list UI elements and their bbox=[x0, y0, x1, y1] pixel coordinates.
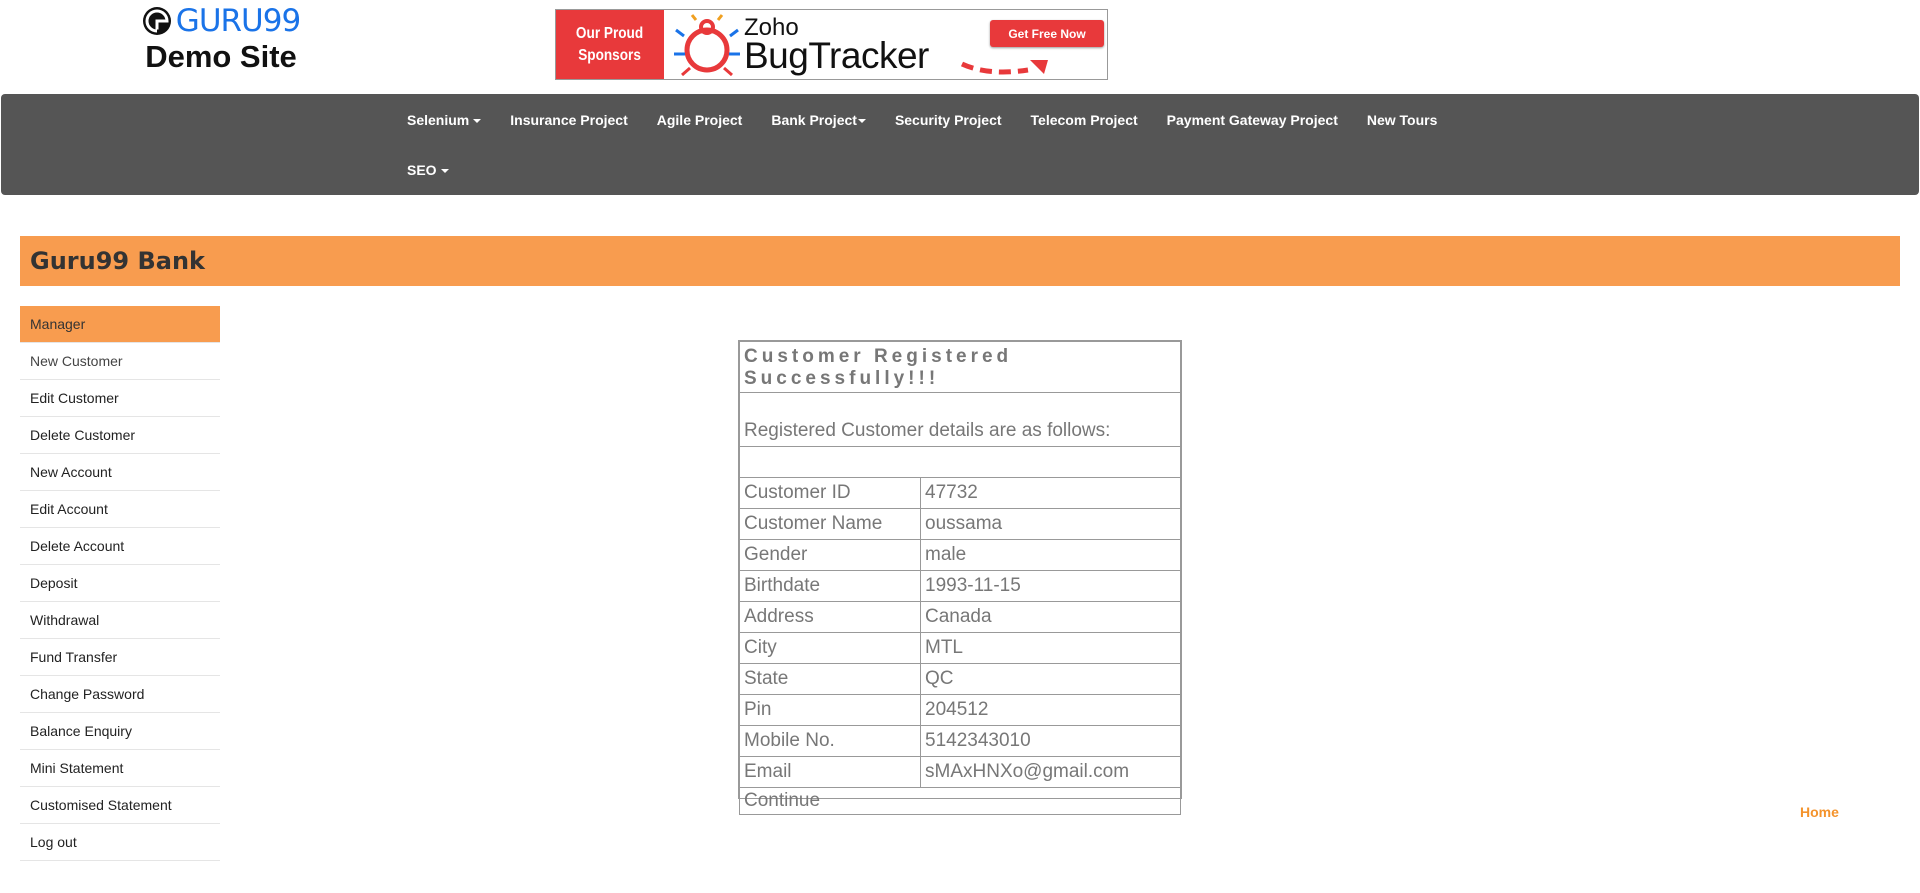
sponsor-label: Our Proud Sponsors bbox=[556, 10, 664, 79]
sidebar-item-customised-statement[interactable]: Customised Statement bbox=[20, 787, 220, 824]
address-value: Canada bbox=[920, 601, 1181, 633]
continue-link[interactable]: Continue bbox=[739, 787, 1181, 815]
state-value: QC bbox=[920, 663, 1181, 695]
home-link[interactable]: Home bbox=[1800, 804, 1839, 820]
birthdate-value: 1993-11-15 bbox=[920, 570, 1181, 602]
city-value: MTL bbox=[920, 632, 1181, 664]
sidebar-item-log-out[interactable]: Log out bbox=[20, 824, 220, 861]
chevron-down-icon bbox=[473, 119, 482, 124]
sponsor-line-1: Our Proud bbox=[576, 24, 644, 42]
sidebar-item-new-customer[interactable]: New Customer bbox=[20, 343, 220, 380]
table-row: Gender male bbox=[739, 539, 1181, 571]
main-navbar: Selenium Insurance Project Agile Project… bbox=[1, 94, 1919, 195]
mobile-value: 5142343010 bbox=[920, 725, 1181, 757]
table-row: Customer ID 47732 bbox=[739, 477, 1181, 509]
row-label: Customer Name bbox=[739, 508, 921, 540]
table-row: Birthdate 1993-11-15 bbox=[739, 570, 1181, 602]
sponsor-banner[interactable]: Our Proud Sponsors Zoho BugTracker Get F… bbox=[555, 9, 1108, 80]
sidebar-item-withdrawal[interactable]: Withdrawal bbox=[20, 602, 220, 639]
email-value: sMAxHNXo@gmail.com bbox=[920, 756, 1181, 788]
nav-selenium[interactable]: Selenium bbox=[393, 110, 496, 130]
nav-row-2: SEO bbox=[393, 160, 463, 180]
sidebar-item-edit-customer[interactable]: Edit Customer bbox=[20, 380, 220, 417]
row-label: State bbox=[739, 663, 921, 695]
gender-value: male bbox=[920, 539, 1181, 571]
row-label: Pin bbox=[739, 694, 921, 726]
sidebar-item-mini-statement[interactable]: Mini Statement bbox=[20, 750, 220, 787]
logo-text: GURU99 bbox=[175, 3, 301, 39]
nav-row-1: Selenium Insurance Project Agile Project… bbox=[393, 110, 1452, 130]
nav-seo[interactable]: SEO bbox=[393, 160, 463, 180]
table-row: Pin 204512 bbox=[739, 694, 1181, 726]
sidebar-item-new-account[interactable]: New Account bbox=[20, 454, 220, 491]
sidebar-item-manager[interactable]: Manager bbox=[20, 306, 220, 343]
bank-header: Guru99 Bank bbox=[20, 236, 1900, 286]
table-row: Mobile No. 5142343010 bbox=[739, 725, 1181, 757]
row-label: Mobile No. bbox=[739, 725, 921, 757]
sidebar-item-deposit[interactable]: Deposit bbox=[20, 565, 220, 602]
nav-new-tours[interactable]: New Tours bbox=[1352, 110, 1452, 130]
table-row: State QC bbox=[739, 663, 1181, 695]
table-row: Email sMAxHNXo@gmail.com bbox=[739, 756, 1181, 788]
page-title: Guru99 Bank bbox=[30, 247, 205, 275]
nav-bank-project[interactable]: Bank Project bbox=[757, 110, 881, 130]
sidebar-item-change-password[interactable]: Change Password bbox=[20, 676, 220, 713]
row-label: Address bbox=[739, 601, 921, 633]
customer-name-value: oussama bbox=[920, 508, 1181, 540]
nav-payment-gateway-project[interactable]: Payment Gateway Project bbox=[1152, 110, 1352, 130]
sponsor-line-2: Sponsors bbox=[578, 46, 642, 64]
ad-brand-bottom: BugTracker bbox=[744, 35, 929, 76]
nav-telecom-project[interactable]: Telecom Project bbox=[1016, 110, 1152, 130]
sidebar-menu: Manager New Customer Edit Customer Delet… bbox=[20, 306, 220, 861]
nav-security-project[interactable]: Security Project bbox=[880, 110, 1016, 130]
site-logo[interactable]: GURU99 Demo Site bbox=[136, 4, 306, 75]
arrow-icon bbox=[960, 60, 1048, 75]
sidebar-item-balance-enquiry[interactable]: Balance Enquiry bbox=[20, 713, 220, 750]
row-label: Customer ID bbox=[739, 477, 921, 509]
table-row: Address Canada bbox=[739, 601, 1181, 633]
chevron-down-icon bbox=[857, 119, 866, 124]
pin-value: 204512 bbox=[920, 694, 1181, 726]
guru99-logo-icon bbox=[142, 7, 171, 35]
nav-agile-project[interactable]: Agile Project bbox=[642, 110, 757, 130]
table-row: Customer Name oussama bbox=[739, 508, 1181, 540]
sidebar-item-delete-customer[interactable]: Delete Customer bbox=[20, 417, 220, 454]
logo-subtitle: Demo Site bbox=[145, 39, 297, 74]
sidebar-item-edit-account[interactable]: Edit Account bbox=[20, 491, 220, 528]
nav-insurance-project[interactable]: Insurance Project bbox=[496, 110, 643, 130]
row-label: City bbox=[739, 632, 921, 664]
row-label: Gender bbox=[739, 539, 921, 571]
success-message: Customer Registered Successfully!!! bbox=[739, 341, 1181, 393]
details-subtitle: Registered Customer details are as follo… bbox=[739, 392, 1181, 447]
table-spacer bbox=[739, 446, 1181, 478]
top-header: GURU99 Demo Site Our Proud Sponsors Zoho… bbox=[0, 0, 1920, 94]
bug-icon bbox=[674, 14, 740, 76]
get-free-now-button[interactable]: Get Free Now bbox=[990, 20, 1104, 47]
row-label: Email bbox=[739, 756, 921, 788]
sidebar-item-fund-transfer[interactable]: Fund Transfer bbox=[20, 639, 220, 676]
customer-details-table: Customer Registered Successfully!!! Regi… bbox=[738, 340, 1182, 815]
row-label: Birthdate bbox=[739, 570, 921, 602]
customer-id-value: 47732 bbox=[920, 477, 1181, 509]
chevron-down-icon bbox=[440, 169, 449, 174]
sidebar-item-delete-account[interactable]: Delete Account bbox=[20, 528, 220, 565]
table-row: City MTL bbox=[739, 632, 1181, 664]
